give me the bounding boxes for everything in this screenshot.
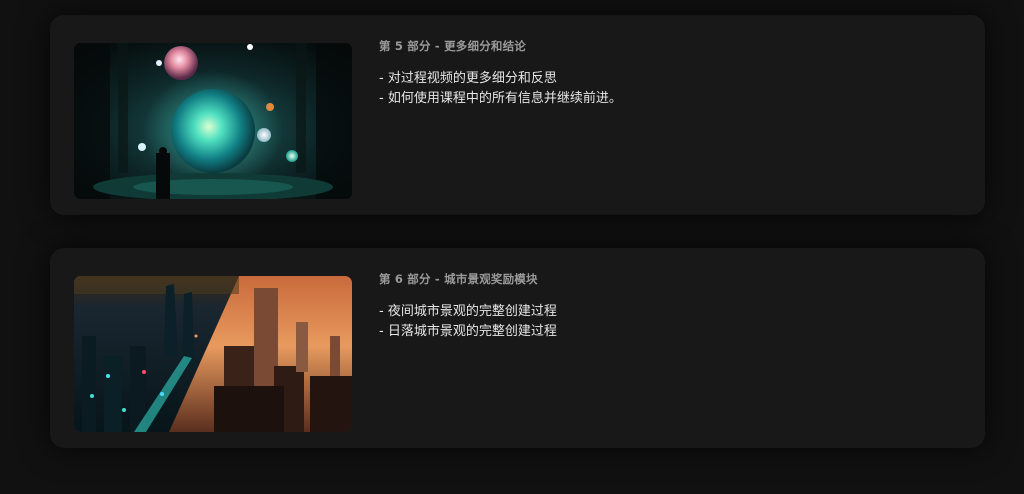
module-card-5: 第 5 部分 - 更多细分和结论 - 对过程视频的更多细分和反思 - 如何使用课… bbox=[50, 15, 985, 215]
module-6-bullet-1: - 夜间城市景观的完整创建过程 bbox=[379, 304, 557, 319]
module-5-title: 第 5 部分 - 更多细分和结论 bbox=[379, 39, 526, 53]
module-card-6: 第 6 部分 - 城市景观奖励模块 - 夜间城市景观的完整创建过程 - 日落城市… bbox=[50, 248, 985, 448]
module-6-title: 第 6 部分 - 城市景观奖励模块 bbox=[379, 272, 538, 286]
module-6-bullet-2: - 日落城市景观的完整创建过程 bbox=[379, 324, 557, 339]
course-modules-page: 第 5 部分 - 更多细分和结论 - 对过程视频的更多细分和反思 - 如何使用课… bbox=[0, 0, 1024, 494]
module-5-bullet-list: - 对过程视频的更多细分和反思 - 如何使用课程中的所有信息并继续前进。 bbox=[379, 69, 959, 109]
module-5-bullet-2: - 如何使用课程中的所有信息并继续前进。 bbox=[379, 91, 622, 106]
module-6-content: 第 6 部分 - 城市景观奖励模块 - 夜间城市景观的完整创建过程 - 日落城市… bbox=[379, 270, 959, 342]
module-5-bullet-1: - 对过程视频的更多细分和反思 bbox=[379, 71, 557, 86]
module-6-thumbnail bbox=[74, 276, 352, 432]
module-5-thumbnail bbox=[74, 43, 352, 199]
module-5-content: 第 5 部分 - 更多细分和结论 - 对过程视频的更多细分和反思 - 如何使用课… bbox=[379, 37, 959, 109]
module-6-bullet-list: - 夜间城市景观的完整创建过程 - 日落城市景观的完整创建过程 bbox=[379, 302, 959, 342]
